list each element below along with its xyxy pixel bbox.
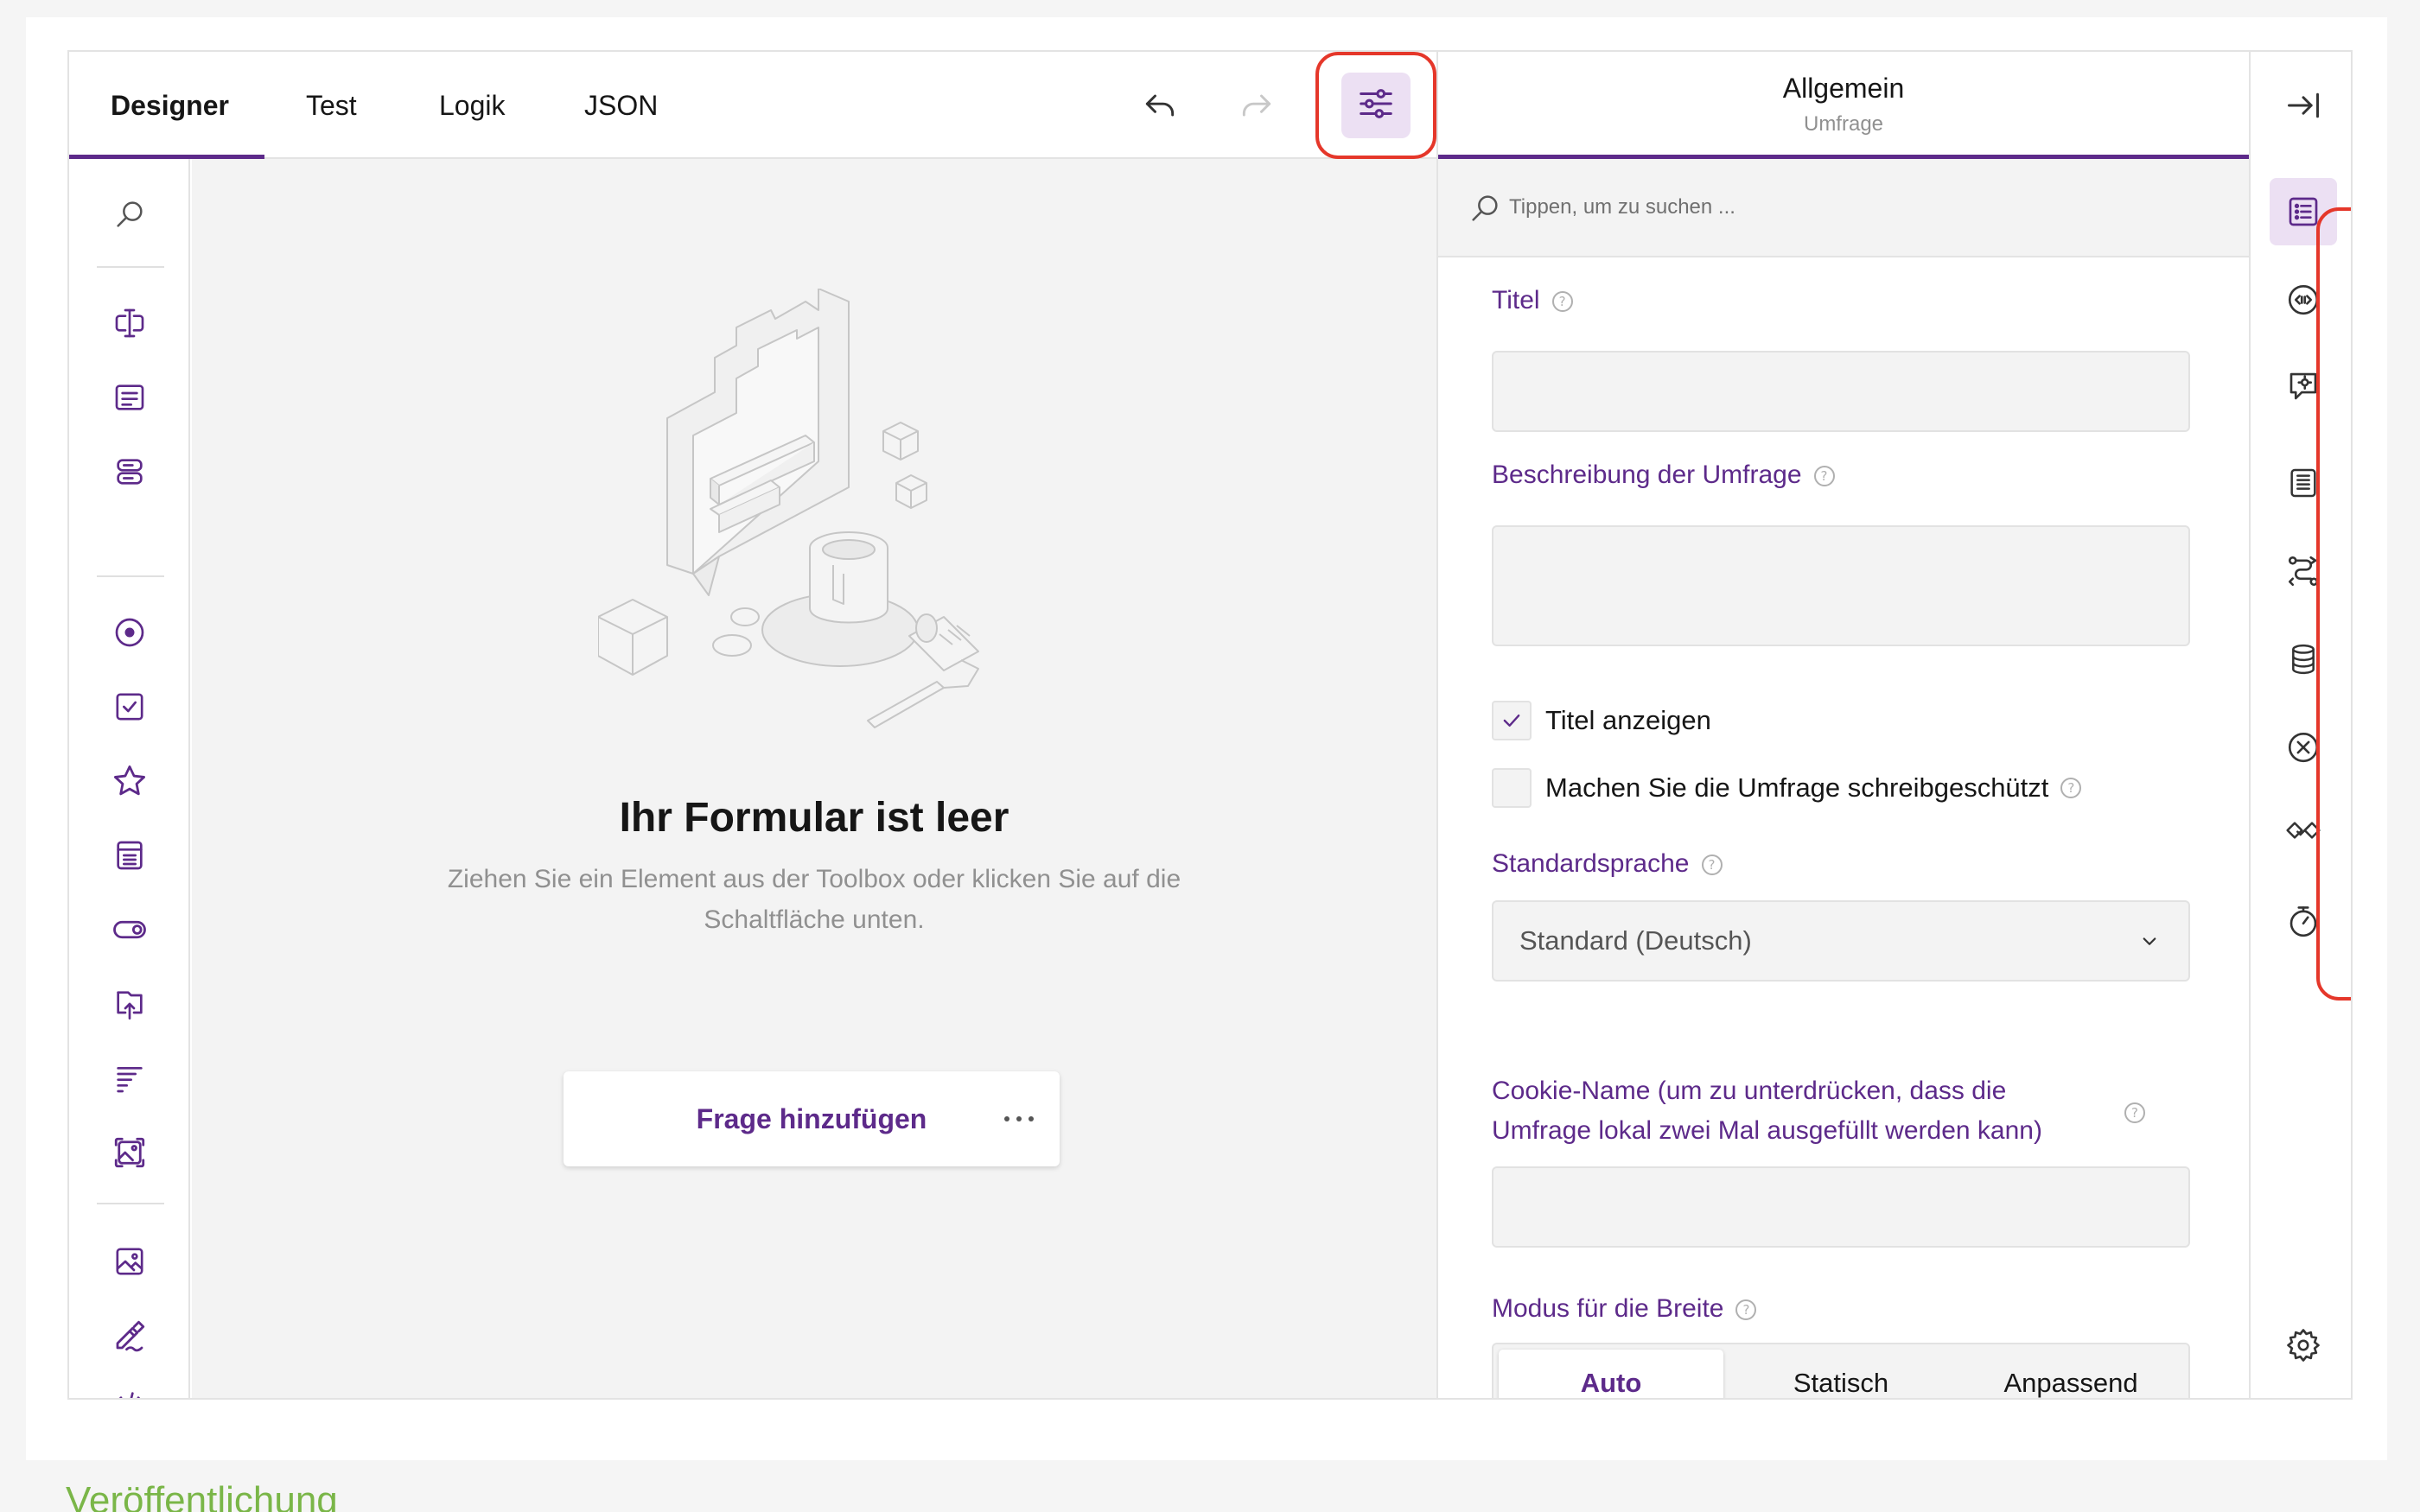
file-upload-icon[interactable] (109, 983, 150, 1025)
title-input[interactable] (1492, 351, 2190, 432)
checkbox-icon[interactable] (109, 686, 150, 727)
description-label: Beschreibung der Umfrage? (1492, 455, 1835, 495)
collapse-panel-icon[interactable] (2278, 80, 2328, 130)
more-options-button[interactable] (997, 1096, 1041, 1142)
single-input-icon[interactable] (109, 302, 150, 344)
property-grid: Allgemein Umfrage Titel? Beschreibung de… (1436, 52, 2249, 1398)
tab-designer[interactable]: Designer (111, 52, 229, 159)
locale-label: Standardsprache? (1492, 844, 1723, 884)
toolbox-search-icon[interactable] (109, 194, 150, 235)
toolbox-divider (97, 575, 164, 577)
ellipsis-icon (1004, 1116, 1034, 1121)
add-question-button[interactable]: Frage hinzufügen (564, 1071, 1060, 1166)
rating-icon[interactable] (109, 760, 150, 802)
readonly-checkbox-row[interactable]: Machen Sie die Umfrage schreibgeschützt … (1492, 767, 2082, 809)
highlight-marker (1315, 52, 1436, 159)
empty-state-title: Ihr Formular ist leer (619, 795, 1009, 841)
tab-logic[interactable]: Logik (439, 52, 506, 159)
design-canvas: Ihr Formular ist leer Ziehen Sie ein Ele… (192, 159, 1436, 1398)
property-object-subtitle: Umfrage (1803, 112, 1884, 136)
empty-survey-illustration (598, 289, 979, 728)
toolbox (69, 159, 190, 1398)
help-icon[interactable]: ? (1813, 466, 1835, 487)
cookie-label-line2: Umfrage lokal zwei Mal ausgefüllt werden… (1492, 1116, 2042, 1145)
help-icon[interactable]: ? (1701, 854, 1723, 876)
dropdown-icon[interactable] (109, 835, 150, 876)
redo-icon[interactable] (1236, 85, 1277, 126)
description-textarea[interactable] (1492, 525, 2190, 646)
html-icon[interactable] (109, 1384, 150, 1398)
ranking-icon[interactable] (109, 1058, 150, 1099)
show-title-label: Titel anzeigen (1545, 705, 1711, 735)
multiple-text-icon[interactable] (109, 451, 150, 492)
property-grid-header: Allgemein Umfrage (1438, 52, 2249, 159)
image-picker-icon[interactable] (109, 1132, 150, 1173)
readonly-checkbox[interactable] (1492, 768, 1532, 808)
signature-pad-icon[interactable] (109, 1315, 150, 1356)
image-icon[interactable] (109, 1241, 150, 1282)
top-toolbar: Designer Test Logik JSON (69, 52, 1436, 159)
help-icon[interactable]: ? (1735, 1299, 1757, 1321)
toolbox-divider (97, 1203, 164, 1204)
toolbox-divider (97, 266, 164, 268)
gear-icon[interactable] (2278, 1320, 2328, 1370)
survey-creator: Designer Test Logik JSON Ihr Formular is… (67, 50, 2353, 1400)
show-title-checkbox[interactable] (1492, 701, 1532, 740)
width-mode-static[interactable]: Statisch (1729, 1350, 1953, 1398)
add-question-label: Frage hinzufügen (696, 1103, 927, 1134)
title-label: Titel? (1492, 281, 1573, 321)
width-mode-auto[interactable]: Auto (1499, 1350, 1723, 1398)
property-category-title: Allgemein (1782, 73, 1905, 104)
readonly-label: Machen Sie die Umfrage schreibgeschützt (1545, 772, 2049, 803)
width-mode-responsive[interactable]: Anpassend (1958, 1350, 2183, 1398)
help-icon[interactable]: ? (2060, 778, 2082, 798)
radio-group-icon[interactable] (109, 612, 150, 653)
cookie-name-input[interactable] (1492, 1166, 2190, 1248)
description-label-text: Beschreibung der Umfrage (1492, 461, 1802, 489)
comment-icon[interactable] (109, 377, 150, 418)
help-icon[interactable]: ? (1551, 291, 1573, 313)
property-search (1438, 159, 2249, 257)
tab-test[interactable]: Test (306, 52, 357, 159)
width-mode-label: Modus für die Breite? (1492, 1289, 1757, 1329)
width-mode-label-text: Modus für die Breite (1492, 1294, 1724, 1323)
locale-label-text: Standardsprache (1492, 849, 1690, 878)
width-mode-segmented: Auto Statisch Anpassend (1492, 1343, 2190, 1398)
cookie-label-line1: Cookie-Name (um zu unterdrücken, dass di… (1492, 1077, 2007, 1105)
property-search-input[interactable] (1509, 183, 2218, 232)
show-title-checkbox-row[interactable]: Titel anzeigen (1492, 700, 1711, 741)
cookie-name-label: Cookie-Name (um zu unterdrücken, dass di… (1492, 1071, 2042, 1151)
publication-section-heading: Veröffentlichung (66, 1479, 338, 1512)
chevron-down-icon (2137, 928, 2162, 958)
search-icon (1468, 191, 1502, 230)
boolean-icon[interactable] (109, 909, 150, 950)
undo-icon[interactable] (1139, 85, 1181, 126)
locale-select[interactable]: Standard (Deutsch) (1492, 900, 2190, 982)
help-icon[interactable]: ? (2124, 1102, 2145, 1123)
tab-json[interactable]: JSON (584, 52, 658, 159)
locale-selected-value: Standard (Deutsch) (1519, 925, 1752, 956)
title-label-text: Titel (1492, 286, 1540, 314)
highlight-marker (2316, 207, 2351, 1001)
empty-state-description: Ziehen Sie ein Element aus der Toolbox o… (447, 865, 1181, 934)
checkmark-icon (1503, 715, 1520, 727)
